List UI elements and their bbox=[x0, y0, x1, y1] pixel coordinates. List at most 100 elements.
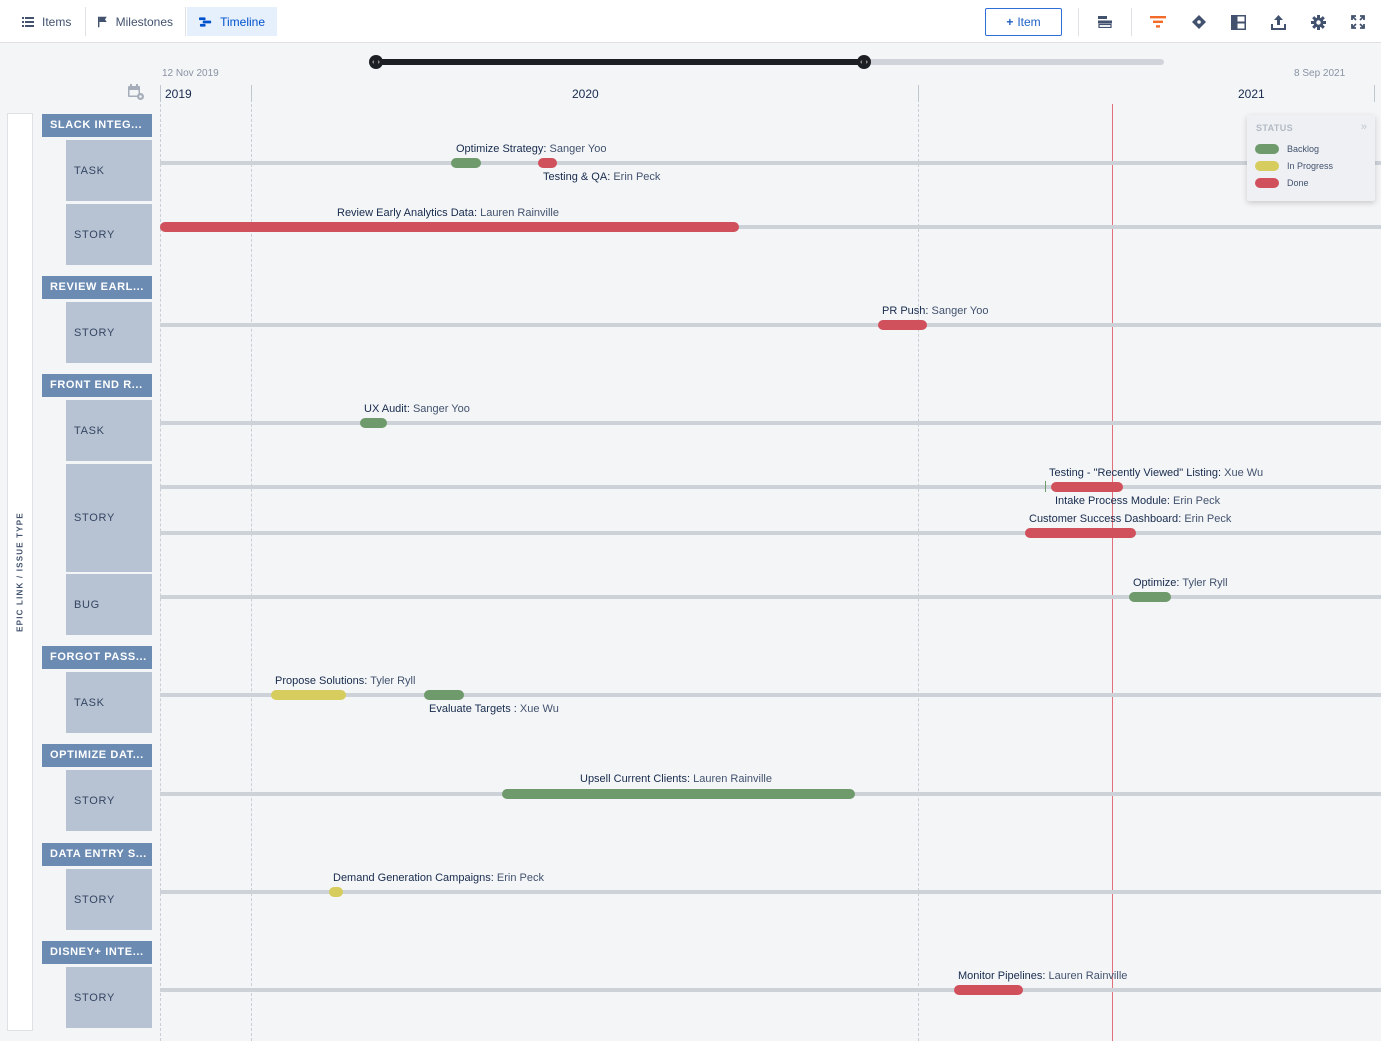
item-owner: Tyler Ryll bbox=[370, 675, 416, 687]
grouping-axis-panel: EPIC LINK / ISSUE TYPE bbox=[7, 113, 33, 1031]
tab-timeline[interactable]: Timeline bbox=[187, 7, 277, 36]
item-owner: Erin Peck bbox=[1173, 495, 1221, 507]
toolbar-divider bbox=[1131, 8, 1132, 36]
date-range-selection[interactable] bbox=[376, 59, 864, 65]
item-owner: Tyler Ryll bbox=[1182, 577, 1228, 589]
epic-header[interactable]: FRONT END R... bbox=[42, 374, 152, 397]
item-owner: Sanger Yoo bbox=[931, 305, 989, 317]
timeline-gridline bbox=[160, 104, 161, 1041]
grouping-axis-label: EPIC LINK / ISSUE TYPE bbox=[15, 512, 25, 632]
item-title: Review Early Analytics Data bbox=[337, 207, 474, 219]
item-owner: Lauren Rainville bbox=[1048, 970, 1128, 982]
issue-type-task: TASK bbox=[66, 672, 152, 733]
item-title: Upsell Current Clients bbox=[580, 773, 687, 785]
collapse-legend-icon[interactable]: » bbox=[1361, 121, 1367, 133]
row-track bbox=[160, 323, 1381, 327]
legend-swatch bbox=[1255, 178, 1279, 188]
item-bar[interactable] bbox=[424, 690, 464, 700]
item-bar[interactable] bbox=[360, 418, 387, 428]
item-owner: Erin Peck bbox=[496, 872, 544, 884]
epic-header[interactable]: SLACK INTEG... bbox=[42, 114, 152, 137]
legend-item-done: Done bbox=[1255, 178, 1309, 188]
item-bar[interactable] bbox=[271, 690, 346, 700]
item-bar[interactable] bbox=[502, 789, 855, 799]
panel-layout-icon[interactable] bbox=[1228, 12, 1248, 32]
add-item-label: Item bbox=[1017, 15, 1041, 29]
axis-year-divider bbox=[918, 85, 919, 102]
item-label: UX Audit: Sanger Yoo bbox=[364, 403, 470, 415]
item-bar[interactable] bbox=[1051, 482, 1123, 492]
item-title: UX Audit bbox=[364, 403, 407, 415]
item-label: Evaluate Targets : Xue Wu bbox=[429, 703, 559, 715]
item-owner: Erin Peck bbox=[1184, 513, 1232, 525]
status-legend: STATUS » Backlog In Progress Done bbox=[1247, 115, 1375, 201]
timeline-gridline bbox=[918, 104, 919, 1041]
epic-header[interactable]: REVIEW EARL... bbox=[42, 276, 152, 299]
axis-boundary bbox=[1374, 85, 1375, 102]
range-start-handle[interactable] bbox=[369, 55, 383, 69]
legend-item-label: Done bbox=[1287, 178, 1309, 188]
item-label: Review Early Analytics Data: Lauren Rain… bbox=[337, 207, 559, 219]
toolbar-divider bbox=[1078, 8, 1079, 36]
item-bar[interactable] bbox=[538, 158, 557, 168]
item-bar[interactable] bbox=[329, 887, 343, 897]
legend-item-label: In Progress bbox=[1287, 161, 1334, 171]
row-track bbox=[160, 161, 1381, 165]
row-track bbox=[160, 421, 1381, 425]
item-title: Monitor Pipelines bbox=[958, 970, 1043, 982]
item-title: Demand Generation Campaigns bbox=[333, 872, 491, 884]
export-icon[interactable] bbox=[1268, 12, 1288, 32]
milestone-diamond-icon[interactable] bbox=[1189, 12, 1209, 32]
row-track bbox=[160, 595, 1381, 599]
issue-type-story: STORY bbox=[66, 967, 152, 1028]
add-item-button[interactable]: + Item bbox=[985, 8, 1062, 36]
legend-item-backlog: Backlog bbox=[1255, 144, 1319, 154]
item-title: Customer Success Dashboard bbox=[1029, 513, 1179, 525]
item-bar[interactable] bbox=[1129, 592, 1171, 602]
axis-boundary bbox=[160, 85, 161, 102]
item-label: Demand Generation Campaigns: Erin Peck bbox=[333, 872, 544, 884]
filter-icon[interactable] bbox=[1148, 12, 1168, 32]
issue-type-task: TASK bbox=[66, 400, 152, 461]
row-track bbox=[160, 531, 1381, 535]
row-track bbox=[160, 890, 1381, 894]
issue-type-story: STORY bbox=[66, 204, 152, 265]
item-bar[interactable] bbox=[451, 158, 481, 168]
issue-type-story: STORY bbox=[66, 869, 152, 930]
item-bar[interactable] bbox=[160, 222, 739, 232]
issue-type-bug: BUG bbox=[66, 574, 152, 635]
item-bar[interactable] bbox=[878, 320, 927, 330]
item-owner: Lauren Rainville bbox=[693, 773, 772, 785]
item-label: Optimize: Tyler Ryll bbox=[1133, 577, 1228, 589]
tab-milestones[interactable]: Milestones bbox=[86, 7, 186, 36]
epic-header[interactable]: OPTIMIZE DAT... bbox=[42, 744, 152, 767]
epic-header[interactable]: DISNEY+ INTE... bbox=[42, 941, 152, 964]
item-label: Optimize Strategy: Sanger Yoo bbox=[456, 143, 607, 155]
item-bar[interactable] bbox=[954, 985, 1023, 995]
issue-type-story: STORY bbox=[66, 302, 152, 363]
item-label: Testing & QA: Erin Peck bbox=[543, 171, 661, 183]
tab-items[interactable]: Items bbox=[10, 7, 86, 36]
item-label: Monitor Pipelines: Lauren Rainville bbox=[958, 970, 1128, 982]
axis-year-divider bbox=[251, 85, 252, 102]
epic-header[interactable]: DATA ENTRY S... bbox=[42, 843, 152, 866]
item-bar[interactable] bbox=[1025, 528, 1136, 538]
row-layout-icon[interactable] bbox=[1095, 12, 1115, 32]
legend-item-in-progress: In Progress bbox=[1255, 161, 1333, 171]
item-label: Intake Process Module: Erin Peck bbox=[1055, 495, 1221, 507]
calendar-settings-icon[interactable] bbox=[127, 83, 145, 101]
item-label: PR Push: Sanger Yoo bbox=[882, 305, 989, 317]
epic-header[interactable]: FORGOT PASS... bbox=[42, 646, 152, 669]
tab-items-label: Items bbox=[42, 14, 72, 29]
year-label-2020: 2020 bbox=[572, 87, 599, 101]
legend-item-label: Backlog bbox=[1287, 144, 1320, 154]
range-start-date: 12 Nov 2019 bbox=[162, 68, 219, 79]
range-end-handle[interactable] bbox=[857, 55, 871, 69]
fullscreen-icon[interactable] bbox=[1348, 12, 1368, 32]
legend-swatch bbox=[1255, 161, 1279, 171]
year-label-2019: 2019 bbox=[165, 87, 192, 101]
today-marker-line bbox=[1112, 104, 1113, 1041]
settings-gear-icon[interactable] bbox=[1308, 12, 1328, 32]
item-title: Testing & QA bbox=[543, 171, 608, 183]
item-title: Optimize Strategy bbox=[456, 143, 544, 155]
